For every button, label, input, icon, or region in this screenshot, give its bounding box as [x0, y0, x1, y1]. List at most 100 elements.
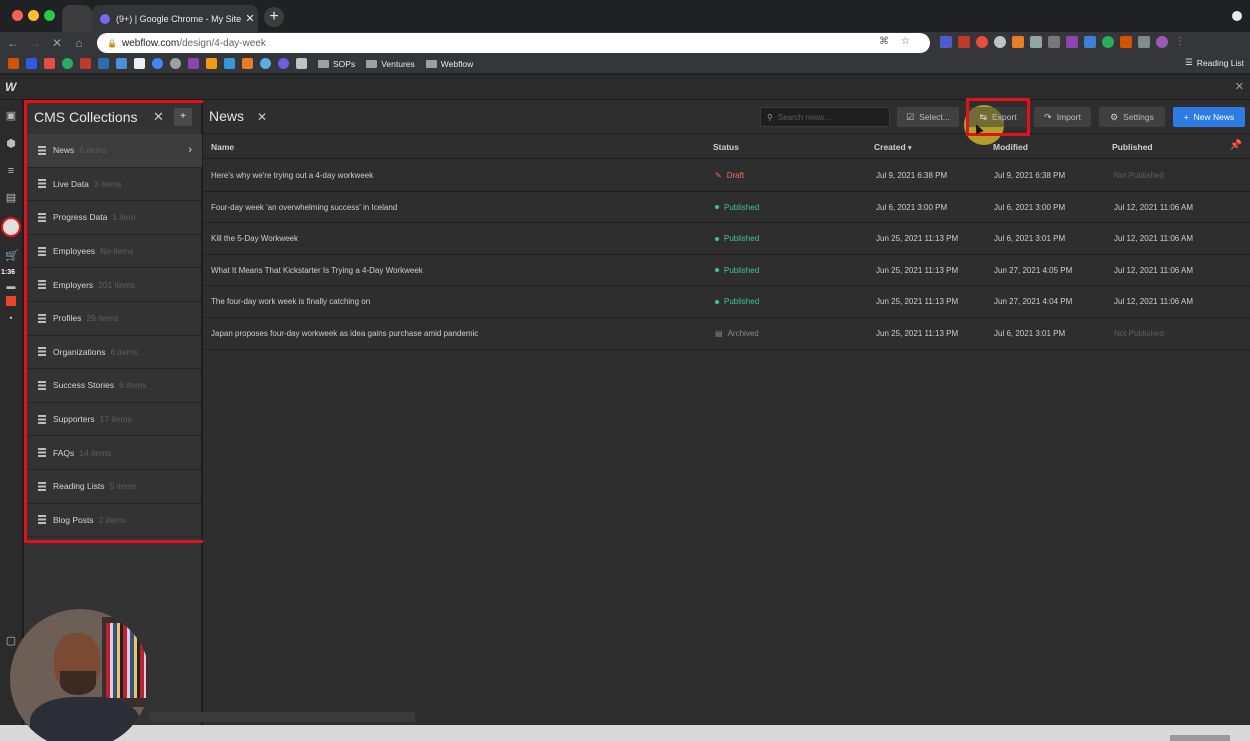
browser-tab[interactable]: (9+) | Google Chrome - My Site ✕ — [92, 5, 258, 32]
table-row[interactable]: Kill the 5-Day Workweek Published Jun 25, … — [203, 223, 1250, 255]
bookmark-folder-sops[interactable]: SOPs — [318, 59, 355, 69]
avatar[interactable] — [1156, 36, 1168, 48]
tab-close-icon[interactable]: ✕ — [242, 12, 258, 25]
row-name[interactable]: Kill the 5-Day Workweek — [211, 234, 298, 243]
row-name[interactable]: Japan proposes four-day workweek as idea… — [211, 329, 478, 338]
extension-icon[interactable] — [1120, 36, 1132, 48]
back-icon[interactable]: ← — [4, 34, 22, 52]
cms-icon[interactable] — [1, 217, 21, 237]
table-row[interactable]: Japan proposes four-day workweek as idea… — [203, 318, 1250, 350]
table-row[interactable]: The four-day work week is finally catchi… — [203, 286, 1250, 318]
bookmark-icon[interactable] — [44, 58, 55, 69]
select-button[interactable]: ☑ Select... — [897, 107, 959, 127]
star-icon[interactable]: ⌘☆ — [879, 36, 922, 47]
bookmark-icon[interactable] — [116, 58, 127, 69]
new-tab-button[interactable]: + — [264, 7, 284, 27]
pin-icon[interactable]: 📌 — [1230, 140, 1242, 151]
bookmark-icon[interactable] — [278, 58, 289, 69]
puzzle-icon[interactable] — [1138, 36, 1150, 48]
table-row[interactable]: Four-day week 'an overwhelming success' … — [203, 192, 1250, 224]
column-header-name[interactable]: Name — [211, 142, 234, 152]
home-icon[interactable]: ⌂ — [70, 34, 88, 52]
column-header-modified[interactable]: Modified — [993, 142, 1028, 152]
symbols-icon[interactable]: ⬢ — [5, 138, 17, 150]
collection-item-profiles[interactable]: Profiles 29 items — [24, 302, 202, 336]
extension-icon[interactable] — [994, 36, 1006, 48]
webflow-logo[interactable]: W — [5, 80, 16, 94]
bookmark-icon[interactable] — [26, 58, 37, 69]
audit-icon[interactable]: • — [5, 312, 17, 324]
bookmark-icon[interactable] — [98, 58, 109, 69]
bookmark-icon[interactable] — [296, 58, 307, 69]
add-panel-icon[interactable]: ▣ — [5, 110, 17, 122]
extension-icon[interactable] — [1102, 36, 1114, 48]
collection-item-progress-data[interactable]: Progress Data 1 item — [24, 201, 202, 235]
more-menu-icon[interactable]: ⋮ — [1174, 36, 1186, 48]
maximize-window-button[interactable] — [44, 10, 55, 21]
table-row[interactable]: What It Means That Kickstarter Is Trying… — [203, 255, 1250, 287]
bookmark-folder-webflow[interactable]: Webflow — [425, 59, 473, 69]
collection-item-faqs[interactable]: FAQs 14 items — [24, 436, 202, 470]
bookmark-icon[interactable] — [188, 58, 199, 69]
new-item-button[interactable]: + New News — [1173, 107, 1245, 127]
extension-icon[interactable] — [1030, 36, 1042, 48]
bookmark-folder-ventures[interactable]: Ventures — [366, 59, 415, 69]
bookmark-icon[interactable] — [80, 58, 91, 69]
assets-icon[interactable]: ▬ — [5, 280, 17, 292]
extension-icon[interactable] — [976, 36, 988, 48]
add-collection-button[interactable]: + — [174, 108, 192, 126]
search-input[interactable] — [777, 112, 878, 122]
settings-button[interactable]: ⚙ Settings — [1099, 107, 1165, 127]
close-window-button[interactable] — [12, 10, 23, 21]
pages-icon[interactable]: ▤ — [5, 192, 17, 204]
bookmark-icon[interactable] — [62, 58, 73, 69]
horizontal-scrollbar[interactable] — [150, 712, 415, 722]
row-name[interactable]: Four-day week 'an overwhelming success' … — [211, 203, 397, 212]
collection-item-reading-lists[interactable]: Reading Lists 5 items — [24, 470, 202, 504]
search-field[interactable]: ⚲ — [760, 107, 890, 127]
close-collection-icon[interactable]: ✕ — [257, 110, 267, 124]
collection-item-organizations[interactable]: Organizations 6 items — [24, 336, 202, 370]
bookmark-icon[interactable] — [224, 58, 235, 69]
bookmark-icon[interactable] — [8, 58, 19, 69]
close-cms-panel-icon[interactable]: ✕ — [153, 109, 164, 125]
ecommerce-icon[interactable]: 🛒 — [5, 250, 19, 262]
pinned-tab[interactable] — [62, 5, 92, 32]
collection-item-live-data[interactable]: Live Data 3 items — [24, 168, 202, 202]
collection-item-supporters[interactable]: Supporters 17 items — [24, 403, 202, 437]
navigator-icon[interactable]: ≡ — [5, 165, 17, 177]
collection-item-blog-posts[interactable]: Blog Posts 2 items — [24, 504, 202, 538]
column-header-published[interactable]: Published — [1112, 142, 1153, 152]
reading-list-button[interactable]: ☰ Reading List — [1185, 57, 1244, 68]
extension-icon[interactable] — [1066, 36, 1078, 48]
profile-icon[interactable] — [1228, 7, 1246, 25]
bookmark-icon[interactable] — [134, 58, 145, 69]
row-name[interactable]: What It Means That Kickstarter Is Trying… — [211, 266, 423, 275]
row-name[interactable]: Here's why we're trying out a 4-day work… — [211, 171, 373, 180]
bookmark-icon[interactable] — [242, 58, 253, 69]
column-header-status[interactable]: Status — [713, 142, 739, 152]
address-bar[interactable]: 🔒 webflow.com/design/4-day-week ⌘☆ — [97, 33, 930, 53]
extension-icon[interactable] — [1048, 36, 1060, 48]
import-button[interactable]: ↷ Import — [1034, 107, 1091, 127]
bookmark-icon[interactable] — [206, 58, 217, 69]
extension-icon[interactable] — [958, 36, 970, 48]
close-panel-icon[interactable]: ✕ — [1235, 80, 1244, 93]
reload-icon[interactable]: ✕ — [48, 34, 66, 52]
bookmark-icon[interactable] — [170, 58, 181, 69]
table-row[interactable]: Here's why we're trying out a 4-day work… — [203, 160, 1250, 192]
extension-icon[interactable] — [940, 36, 952, 48]
column-header-created[interactable]: Created ▾ — [874, 142, 912, 152]
extension-icon[interactable] — [1012, 36, 1024, 48]
row-name[interactable]: The four-day work week is finally catchi… — [211, 297, 370, 306]
collection-item-success-stories[interactable]: Success Stories 6 items — [24, 369, 202, 403]
collection-item-employees[interactable]: Employees No items — [24, 235, 202, 269]
bookmark-icon[interactable] — [152, 58, 163, 69]
collection-item-news[interactable]: News 6 items › — [24, 134, 202, 168]
forward-icon[interactable]: → — [26, 34, 44, 52]
extension-icon[interactable] — [1084, 36, 1096, 48]
collection-item-employers[interactable]: Employers 201 items — [24, 268, 202, 302]
settings-panel-icon[interactable]: ▢ — [5, 635, 17, 647]
bookmark-icon[interactable] — [260, 58, 271, 69]
minimize-window-button[interactable] — [28, 10, 39, 21]
